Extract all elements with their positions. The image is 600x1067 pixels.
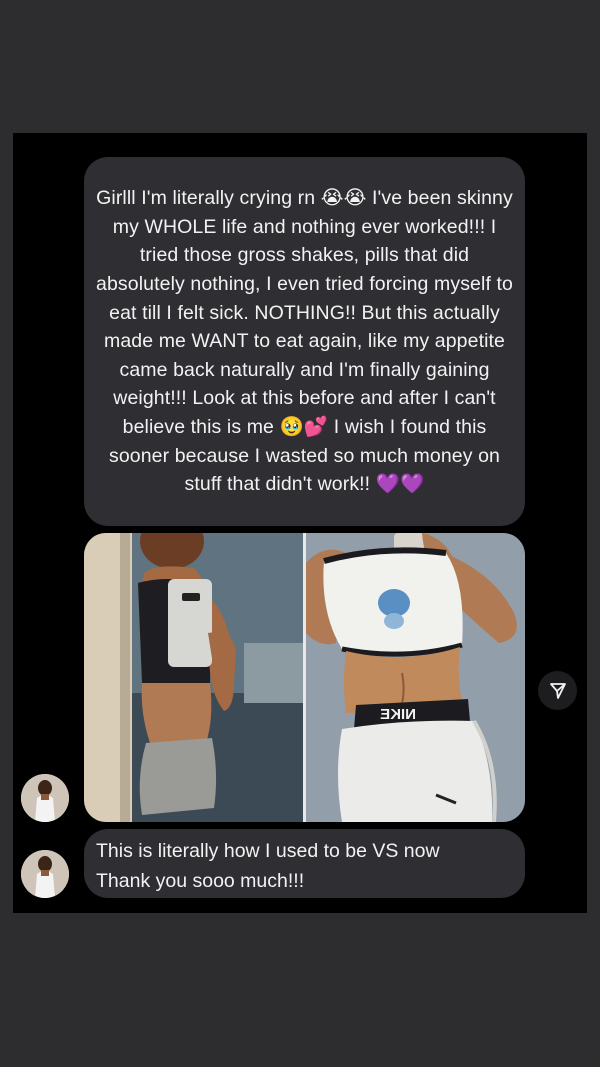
avatar[interactable] [21,774,69,822]
message-line: Thank you sooo much!!! [96,869,305,892]
message-bubble-incoming-2: This is literally how I used to be VS no… [84,829,525,898]
waistband-text: NIKE [380,706,416,723]
avatar-image [21,850,69,898]
share-button[interactable] [538,671,577,710]
avatar[interactable] [21,850,69,898]
photo-image: NIKE [84,533,525,822]
before-after-photo[interactable]: NIKE [84,533,525,822]
message-text: Girlll I'm literally crying rn 😭😭 I've b… [96,187,513,496]
send-icon [549,682,566,699]
message-bubble-incoming: Girlll I'm literally crying rn 😭😭 I've b… [84,157,525,526]
message-line: This is literally how I used to be VS no… [96,840,440,862]
avatar-image [21,774,69,822]
